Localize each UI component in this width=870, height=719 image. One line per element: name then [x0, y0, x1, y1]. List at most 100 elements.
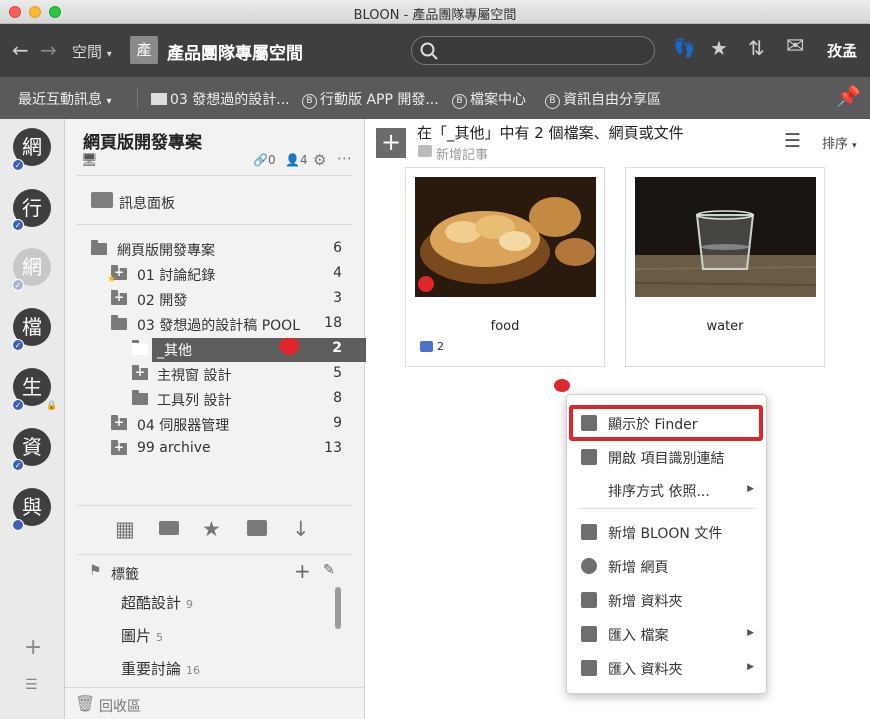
bookmark-item[interactable]: B 行動版 APP 開發...: [302, 89, 439, 109]
tree-item-selected[interactable]: _其他: [157, 340, 192, 360]
tree-item[interactable]: 網頁版開發專案: [117, 240, 215, 260]
submenu-arrow-icon: ▶: [747, 662, 754, 672]
menu-item-open-link[interactable]: 開啟 項目識別連結: [567, 443, 766, 471]
check-icon: ✓: [12, 159, 24, 171]
bloon-icon: B: [452, 94, 467, 109]
tags-title: 標籤: [111, 567, 139, 583]
menu-item-import-file[interactable]: 匯入 檔案 ▶: [567, 620, 766, 648]
menu-item-new-webpage[interactable]: 新增 網頁: [567, 552, 766, 580]
mail-icon[interactable]: ✉: [786, 36, 804, 58]
tag-item[interactable]: 重要討論 16: [121, 658, 200, 679]
menu-item-import-folder[interactable]: 匯入 資料夾 ▶: [567, 654, 766, 682]
download-icon[interactable]: ↓: [292, 517, 310, 541]
search-input[interactable]: [411, 36, 655, 65]
check-icon: ✓: [12, 219, 24, 231]
main-toolbar: ← → 空間 ▾ 產 產品團隊專屬空間 👣 ★ ⇅ ✉ 孜孟: [0, 24, 870, 77]
add-tag-icon[interactable]: +: [294, 559, 311, 583]
tree-item[interactable]: 99 archive: [137, 440, 211, 456]
link-icon: 🔗0: [253, 153, 276, 167]
bookmark-label: 資訊自由分享區: [563, 92, 661, 108]
list-icon[interactable]: ☰: [25, 677, 38, 693]
user-name[interactable]: 孜孟: [827, 40, 857, 61]
recent-messages-button[interactable]: 最近互動訊息 ▾: [18, 89, 111, 109]
space-switcher[interactable]: 空間 ▾: [72, 41, 112, 62]
add-space-icon[interactable]: +: [24, 635, 42, 660]
list-view-icon[interactable]: ☰: [784, 130, 801, 152]
edit-icon[interactable]: ✎: [323, 562, 335, 578]
menu-item-new-folder[interactable]: 新增 資料夾: [567, 586, 766, 614]
pin-icon[interactable]: 📌: [836, 86, 861, 106]
monitor-icon[interactable]: 🖥: [81, 153, 98, 168]
message-board-link[interactable]: 訊息面板: [119, 193, 175, 213]
link-icon: [581, 449, 597, 465]
folder-plus-icon[interactable]: [111, 415, 127, 430]
add-button[interactable]: +: [376, 128, 406, 158]
tree-item[interactable]: 03 發想過的設計稿 POOL: [137, 315, 300, 335]
chevron-down-icon: ▾: [106, 96, 112, 107]
more-icon[interactable]: ⋯: [337, 149, 352, 167]
bloon-icon: B: [302, 94, 317, 109]
pointer-annotation: [279, 338, 299, 355]
tree-item[interactable]: 工具列 設計: [157, 390, 231, 410]
bookmark-item[interactable]: 03 發想過的設計...: [151, 89, 290, 109]
document-icon: [581, 524, 597, 540]
menu-label: 新增 BLOON 文件: [608, 526, 723, 542]
space-label: 空間: [72, 43, 103, 61]
tag-label: 超酷設計: [121, 594, 182, 612]
tree-item[interactable]: 02 開發: [137, 290, 187, 310]
tree-item[interactable]: 主視窗 設計: [157, 365, 231, 385]
footprints-icon[interactable]: 👣: [673, 39, 695, 59]
folder-icon: [132, 340, 148, 355]
submenu-arrow-icon: ▶: [747, 628, 754, 638]
sort-label: 排序: [822, 137, 849, 152]
bookmark-item[interactable]: B 資訊自由分享區: [545, 89, 661, 109]
gear-icon[interactable]: ⚙: [313, 151, 326, 169]
sort-arrows-icon[interactable]: ⇅: [748, 38, 765, 58]
bookmark-item[interactable]: B 檔案中心: [452, 89, 526, 109]
check-icon: ✓: [12, 279, 24, 291]
bookmarks-bar: 最近互動訊息 ▾ 03 發想過的設計... B 行動版 APP 開發... B 檔案…: [0, 77, 870, 119]
menu-label: 匯入 檔案: [608, 628, 669, 644]
menu-item-new-document[interactable]: 新增 BLOON 文件: [567, 518, 766, 546]
bookmark-label: 檔案中心: [470, 92, 526, 108]
folder-open-icon[interactable]: [111, 315, 127, 330]
folder-plus-icon[interactable]: [111, 440, 127, 455]
file-card-water[interactable]: water: [625, 167, 825, 367]
menu-label: 匯入 資料夾: [608, 662, 683, 678]
divider: [77, 505, 353, 506]
back-arrow-icon[interactable]: ←: [12, 40, 29, 60]
tag-item[interactable]: 圖片 5: [121, 625, 163, 646]
new-note-link[interactable]: 新增記事: [436, 144, 488, 163]
folder-icon[interactable]: [159, 521, 179, 535]
star-icon[interactable]: ★: [202, 517, 221, 541]
bloon-icon: B: [545, 94, 560, 109]
tree-item[interactable]: 01 討論紀錄: [137, 265, 215, 285]
trash-link[interactable]: 回收區: [99, 696, 141, 716]
divider: [77, 554, 353, 555]
tree-count: 3: [333, 290, 342, 306]
menu-item-sort-by[interactable]: 排序方式 依照... ▶: [567, 476, 766, 504]
sort-button[interactable]: 排序 ▾: [822, 133, 857, 152]
member-count: 4: [299, 153, 308, 167]
divider: [77, 175, 353, 176]
lock-icon: 🔒: [46, 401, 58, 411]
grid-view-icon[interactable]: ▦: [115, 517, 135, 541]
note-icon[interactable]: [247, 520, 267, 536]
folder-plus-icon[interactable]: [132, 365, 148, 380]
bookmark-label: 03 發想過的設計...: [170, 92, 290, 108]
tags-scrollbar[interactable]: [335, 587, 341, 629]
link-count: 0: [267, 153, 276, 167]
tree-item[interactable]: 04 伺服器管理: [137, 415, 229, 435]
star-icon[interactable]: ★: [710, 38, 728, 58]
tag-count: 5: [156, 631, 164, 644]
tag-item[interactable]: 超酷設計 9: [121, 592, 193, 613]
submenu-arrow-icon: ▶: [747, 484, 754, 494]
project-sidebar: 網頁版開發專案 🖥 🔗0 👤4 ⚙ ⋯ 訊息面板 網頁版開發專案 6 ★ 01 …: [65, 119, 415, 719]
space-rail: 網 ✓ 行 ✓ 網 ✓ 檔 ✓ 生 ✓ 🔒 資 ✓ 與 + ☰: [0, 119, 65, 719]
folder-plus-icon[interactable]: [111, 290, 127, 305]
folder-icon: [132, 390, 148, 405]
forward-arrow-icon[interactable]: →: [40, 40, 57, 60]
file-card-food[interactable]: food 2: [405, 167, 605, 367]
menu-label: 新增 資料夾: [608, 594, 683, 610]
menu-divider: [579, 508, 755, 509]
